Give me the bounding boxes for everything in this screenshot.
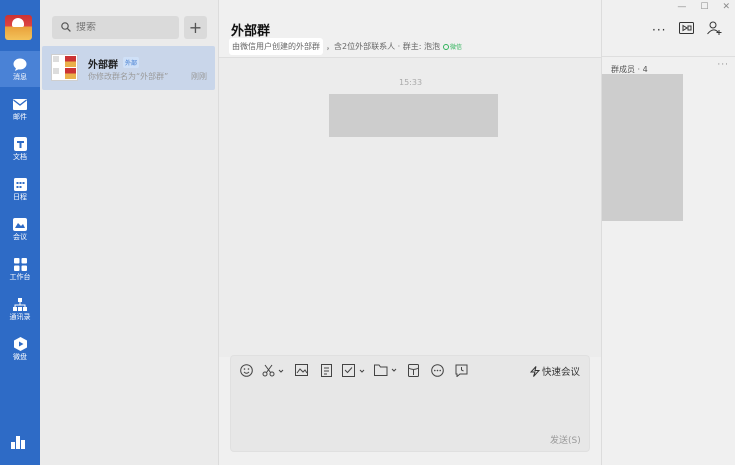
- calendar-icon: [13, 177, 27, 191]
- subtitle-text: ，含2位外部联系人 · 群主: 泡泡: [326, 42, 440, 51]
- chat-panel: 外部群 由微信用户创建的外部群 ，含2位外部联系人 · 群主: 泡泡 微信 15…: [219, 0, 601, 465]
- nav-item-docs[interactable]: 文档: [0, 131, 40, 167]
- members-panel: — ☐ ✕ ··· 群成员 · 4 ···: [601, 0, 735, 465]
- chat-history-icon[interactable]: [454, 362, 468, 378]
- bottom-menu-icon[interactable]: [11, 436, 27, 450]
- conversation-preview: 你修改群名为“外部群”: [88, 72, 169, 81]
- add-button[interactable]: +: [184, 16, 207, 39]
- nav-item-meeting[interactable]: 会议: [0, 211, 40, 247]
- screenshot-icon[interactable]: [262, 362, 284, 378]
- nav-item-drive[interactable]: 微盘: [0, 331, 40, 367]
- user-avatar[interactable]: [5, 15, 32, 40]
- conversation-list-panel: + 外部群 外部 你修改群名为“外部群” 刚刚: [40, 0, 219, 465]
- conversation-item[interactable]: 外部群 外部 你修改群名为“外部群” 刚刚: [42, 46, 215, 90]
- conversation-name: 外部群: [88, 60, 118, 71]
- conversation-time: 刚刚: [191, 72, 207, 81]
- workbench-icon: [13, 257, 27, 271]
- add-member-icon[interactable]: [707, 21, 722, 38]
- image-icon[interactable]: [294, 362, 308, 378]
- contacts-icon: [13, 297, 27, 311]
- more-icon[interactable]: ···: [652, 23, 666, 37]
- lightning-icon: [530, 365, 540, 377]
- chat-bubble-icon: [13, 57, 27, 71]
- document-icon[interactable]: [319, 362, 333, 378]
- mail-icon: [13, 97, 27, 111]
- message-bubble[interactable]: [329, 94, 498, 137]
- video-call-icon[interactable]: [679, 22, 695, 37]
- header-icons: ···: [652, 21, 722, 38]
- window-controls: — ☐ ✕: [677, 2, 730, 12]
- wechat-label: 微信: [449, 44, 462, 51]
- nav-item-workbench[interactable]: 工作台: [0, 251, 40, 287]
- nav-item-calendar[interactable]: 日程: [0, 171, 40, 207]
- document-icon: [13, 137, 27, 151]
- search-input[interactable]: [76, 22, 166, 33]
- chat-subtitle: 由微信用户创建的外部群 ，含2位外部联系人 · 群主: 泡泡 微信: [229, 38, 462, 55]
- search-box[interactable]: [52, 16, 179, 39]
- red-packet-icon[interactable]: [406, 362, 420, 378]
- members-list[interactable]: [602, 74, 683, 221]
- emoji-icon[interactable]: [239, 362, 253, 378]
- chat-title: 外部群: [231, 24, 271, 39]
- search-icon: [61, 21, 71, 35]
- meeting-icon: [13, 217, 27, 231]
- message-timestamp: 15:33: [399, 78, 423, 87]
- message-area: 15:33: [219, 57, 601, 357]
- send-button[interactable]: 发送(S): [550, 433, 581, 446]
- external-tag: 外部: [123, 57, 140, 68]
- members-more-icon[interactable]: ···: [717, 60, 729, 70]
- drive-icon: [13, 337, 27, 351]
- close-icon[interactable]: ✕: [722, 2, 730, 12]
- todo-icon[interactable]: [342, 362, 366, 378]
- quick-meeting-button[interactable]: 快速会议: [530, 364, 580, 378]
- header-toolbar: — ☐ ✕ ···: [602, 0, 735, 57]
- nav-item-contacts[interactable]: 通讯录: [0, 291, 40, 327]
- nav-item-messages[interactable]: 消息: [0, 51, 40, 87]
- wechat-icon: [442, 43, 449, 50]
- nav-item-mail[interactable]: 邮件: [0, 91, 40, 127]
- folder-icon[interactable]: [374, 362, 398, 378]
- subtitle-highlight: 由微信用户创建的外部群: [229, 38, 323, 55]
- maximize-icon[interactable]: ☐: [700, 2, 708, 12]
- quick-meeting-label: 快速会议: [542, 367, 581, 378]
- more-options-icon[interactable]: [430, 362, 444, 378]
- minimize-icon[interactable]: —: [677, 2, 686, 12]
- left-nav: 消息 邮件 文档 日程 会议 工作台 通讯录 微盘: [0, 0, 40, 465]
- group-avatar: [51, 54, 78, 81]
- composer[interactable]: 快速会议 发送(S): [230, 355, 590, 452]
